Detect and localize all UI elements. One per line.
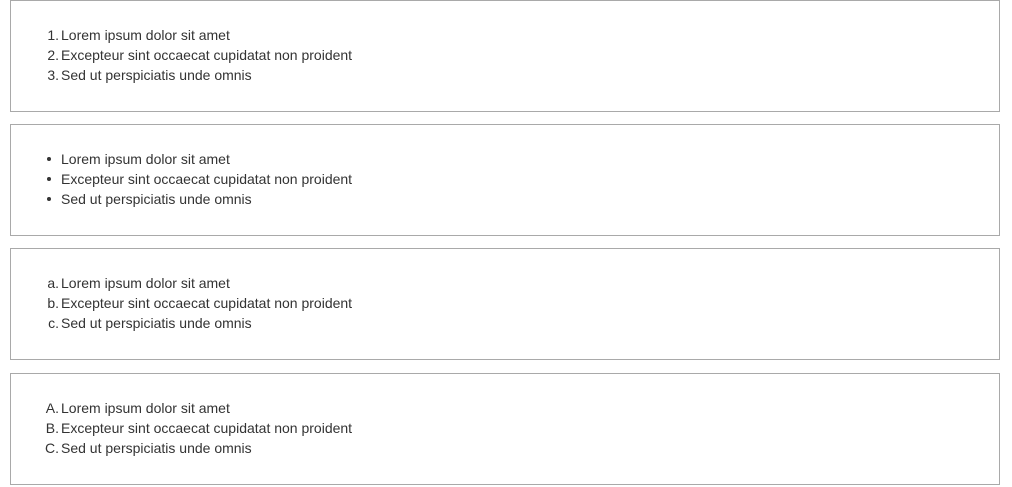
list-item: Sed ut perspiciatis unde omnis bbox=[11, 189, 352, 209]
list-item: c. Sed ut perspiciatis unde omnis bbox=[11, 313, 352, 333]
list-marker: c. bbox=[48, 315, 59, 331]
list-item: B. Excepteur sint occaecat cupidatat non… bbox=[11, 418, 352, 438]
list-item: 1. Lorem ipsum dolor sit amet bbox=[11, 25, 352, 45]
list-marker: B. bbox=[45, 420, 59, 436]
list-item: b. Excepteur sint occaecat cupidatat non… bbox=[11, 293, 352, 313]
list-item: a. Lorem ipsum dolor sit amet bbox=[11, 273, 352, 293]
list-item-text: Lorem ipsum dolor sit amet bbox=[61, 275, 230, 291]
list-marker: 2. bbox=[47, 47, 59, 63]
list-item: Lorem ipsum dolor sit amet bbox=[11, 149, 352, 169]
list-item-text: Excepteur sint occaecat cupidatat non pr… bbox=[61, 47, 353, 63]
ordered-list-decimal: 1. Lorem ipsum dolor sit amet 2. Excepte… bbox=[11, 25, 352, 85]
list-marker: a. bbox=[47, 275, 59, 291]
page: 1. Lorem ipsum dolor sit amet 2. Excepte… bbox=[0, 0, 1012, 487]
ordered-list-upper-alpha-panel: A. Lorem ipsum dolor sit amet B. Excepte… bbox=[10, 373, 1000, 485]
list-item-text: Lorem ipsum dolor sit amet bbox=[61, 400, 230, 416]
ordered-list-lower-alpha: a. Lorem ipsum dolor sit amet b. Excepte… bbox=[11, 273, 352, 333]
list-item-text: Sed ut perspiciatis unde omnis bbox=[61, 67, 252, 83]
unordered-list-disc: Lorem ipsum dolor sit amet Excepteur sin… bbox=[11, 149, 352, 209]
bullet-icon bbox=[47, 197, 51, 201]
list-item-text: Excepteur sint occaecat cupidatat non pr… bbox=[61, 295, 353, 311]
list-item-text: Lorem ipsum dolor sit amet bbox=[61, 27, 230, 43]
list-item-text: Sed ut perspiciatis unde omnis bbox=[61, 440, 252, 456]
list-marker: A. bbox=[45, 400, 59, 416]
list-item: 3. Sed ut perspiciatis unde omnis bbox=[11, 65, 352, 85]
ordered-list-upper-alpha: A. Lorem ipsum dolor sit amet B. Excepte… bbox=[11, 398, 352, 458]
ordered-list-lower-alpha-panel: a. Lorem ipsum dolor sit amet b. Excepte… bbox=[10, 248, 1000, 360]
list-item-text: Excepteur sint occaecat cupidatat non pr… bbox=[61, 420, 353, 436]
list-marker: C. bbox=[45, 440, 59, 456]
list-marker: b. bbox=[47, 295, 59, 311]
list-marker: 1. bbox=[47, 27, 59, 43]
list-item-text: Sed ut perspiciatis unde omnis bbox=[61, 191, 252, 207]
list-item-text: Lorem ipsum dolor sit amet bbox=[61, 151, 230, 167]
list-marker: 3. bbox=[47, 67, 59, 83]
list-item: Excepteur sint occaecat cupidatat non pr… bbox=[11, 169, 352, 189]
list-item: 2. Excepteur sint occaecat cupidatat non… bbox=[11, 45, 352, 65]
ordered-list-decimal-panel: 1. Lorem ipsum dolor sit amet 2. Excepte… bbox=[10, 0, 1000, 112]
list-item: A. Lorem ipsum dolor sit amet bbox=[11, 398, 352, 418]
unordered-list-disc-panel: Lorem ipsum dolor sit amet Excepteur sin… bbox=[10, 124, 1000, 236]
bullet-icon bbox=[47, 157, 51, 161]
list-item-text: Sed ut perspiciatis unde omnis bbox=[61, 315, 252, 331]
list-item-text: Excepteur sint occaecat cupidatat non pr… bbox=[61, 171, 353, 187]
bullet-icon bbox=[47, 177, 51, 181]
list-item: C. Sed ut perspiciatis unde omnis bbox=[11, 438, 352, 458]
